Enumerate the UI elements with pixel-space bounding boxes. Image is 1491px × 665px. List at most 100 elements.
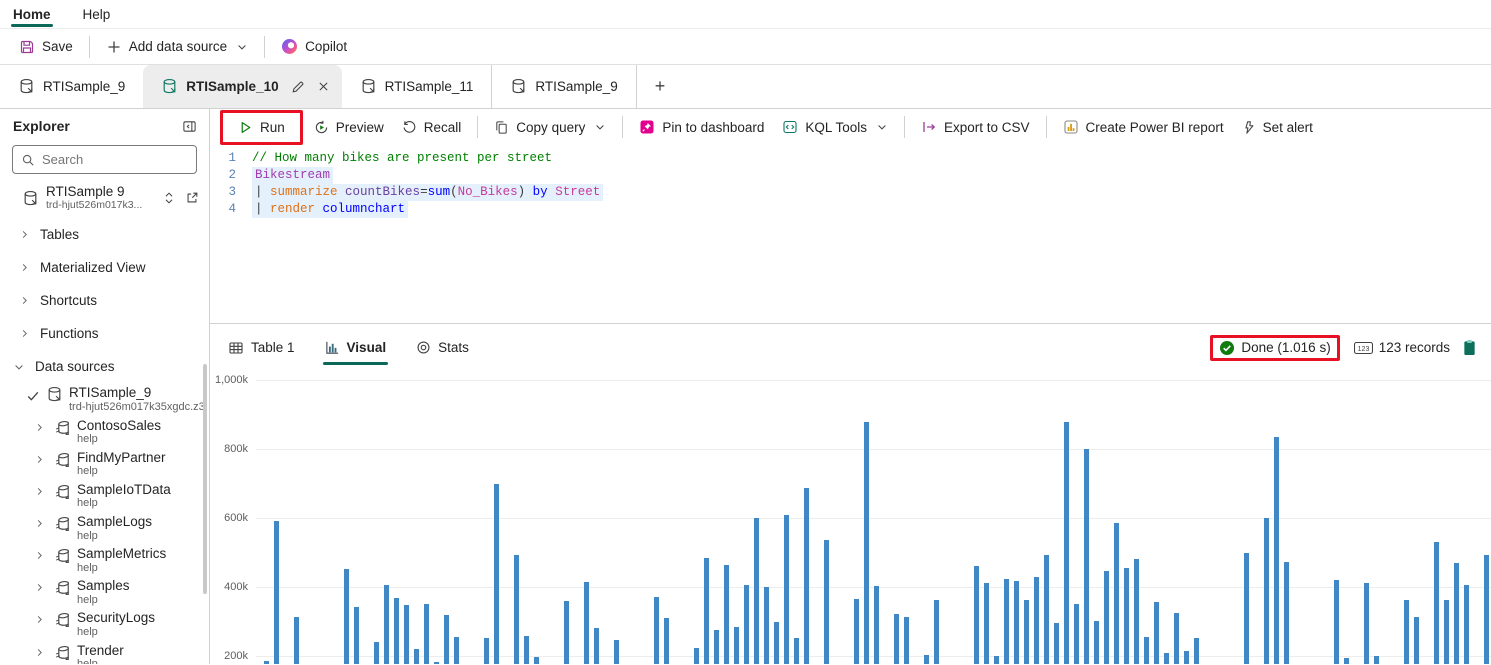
chart-bar[interactable] [1134,558,1139,664]
chart-bar[interactable] [874,586,879,664]
chevron-right-icon[interactable] [34,550,48,561]
recall-button[interactable]: Recall [393,115,471,140]
chart-bar[interactable] [1074,604,1079,664]
chart-bar[interactable] [824,540,829,664]
results-tab-visual[interactable]: Visual [322,324,388,371]
chart-bar[interactable] [264,661,269,664]
chart-bar[interactable] [414,648,419,664]
data-source-sampleiotdata[interactable]: SampleIoTData help [0,480,209,512]
clipboard-icon[interactable] [1462,339,1477,356]
data-source-trender[interactable]: Trenderhelp [0,641,209,664]
chart-bar[interactable] [524,635,529,664]
chart-bar[interactable] [924,655,929,664]
chart-bar[interactable] [764,587,769,664]
preview-button[interactable]: Preview [305,115,393,140]
chart-bar[interactable] [654,597,659,664]
chart-bar[interactable] [754,517,759,664]
rename-tab-icon[interactable] [291,80,305,94]
chart-bar[interactable] [664,617,669,664]
chart-bar[interactable] [904,616,909,664]
chart-bar[interactable] [1034,576,1039,664]
chart-bar[interactable] [1244,552,1249,664]
menu-item-help[interactable]: Help [83,7,111,22]
save-button[interactable]: Save [10,34,82,60]
chart-bar[interactable] [894,613,899,664]
database-selector[interactable]: RTISample 9 trd-hjut526m017k3... [0,180,209,218]
chart-bar[interactable] [294,616,299,664]
chart-bar[interactable] [1144,636,1149,664]
chart-bar[interactable] [974,565,979,664]
chart-bar[interactable] [444,615,449,664]
tab-rtisample-10[interactable]: RTISample_10 [143,65,342,108]
tab-rtisample-9[interactable]: RTISample_9 [492,65,637,108]
search-box[interactable] [12,145,197,174]
chevron-right-icon[interactable] [34,647,48,658]
copy-query-button[interactable]: Copy query [485,115,615,140]
chart-bar[interactable] [494,483,499,664]
chevron-right-icon[interactable] [34,486,48,497]
chart-bar[interactable] [614,640,619,664]
chart-bar[interactable] [1444,600,1449,664]
close-tab-icon[interactable] [317,80,330,93]
chart-bar[interactable] [1264,517,1269,664]
chart-bar[interactable] [794,637,799,664]
chart-bar[interactable] [514,555,519,664]
chevron-right-icon[interactable] [34,582,48,593]
search-input[interactable] [42,152,172,167]
data-source-samplemetrics[interactable]: SampleMetrics help [0,544,209,576]
chart-bar[interactable] [1054,622,1059,664]
chart-bar[interactable] [1094,621,1099,664]
sidebar-scrollbar[interactable] [203,364,207,594]
chart-bar[interactable] [724,564,729,664]
chart-bar[interactable] [1174,613,1179,664]
chart-bar[interactable] [704,557,709,664]
chart-bar[interactable] [784,514,789,664]
chart-bar[interactable] [1084,449,1089,664]
chart-bar[interactable] [1104,571,1109,664]
chart-bar[interactable] [854,599,859,664]
chart-bar[interactable] [374,642,379,664]
run-button[interactable]: Run [229,115,294,140]
chart-bar[interactable] [984,583,989,664]
chart-bar[interactable] [1184,651,1189,664]
menu-item-home[interactable]: Home [11,7,53,27]
chart-bar[interactable] [994,655,999,664]
chart-bar[interactable] [744,585,749,664]
chart-bar[interactable] [1374,656,1379,664]
kql-tools-button[interactable]: KQL Tools [773,114,897,140]
chart-bar[interactable] [1004,579,1009,664]
open-in-new-icon[interactable] [185,191,199,205]
results-tab-table-1[interactable]: Table 1 [228,324,295,371]
collapse-panel-icon[interactable] [182,119,197,134]
chart-bar[interactable] [434,662,439,664]
chart-bar[interactable] [424,604,429,664]
chart-bar[interactable] [1334,580,1339,664]
chart-bar[interactable] [594,627,599,664]
chevron-right-icon[interactable] [34,614,48,625]
data-source-findmypartner[interactable]: FindMyPartner help [0,448,209,480]
export-to-csv-button[interactable]: Export to CSV [912,114,1039,140]
query-editor[interactable]: 1 // How many bikes are present per stree… [210,145,1491,323]
chart-bar[interactable] [564,601,569,664]
chart-bar[interactable] [274,521,279,664]
chart-bar[interactable] [1404,600,1409,664]
chevron-right-icon[interactable] [34,518,48,529]
chart-bar[interactable] [1284,562,1289,664]
chart-bar[interactable] [534,657,539,664]
chart-bar[interactable] [1274,436,1279,664]
chart-bar[interactable] [1114,523,1119,664]
tree-item-shortcuts[interactable]: Shortcuts [0,284,209,317]
set-alert-button[interactable]: Set alert [1233,115,1322,140]
chevron-right-icon[interactable] [34,454,48,465]
tab-rtisample-11[interactable]: RTISample_11 [342,65,493,108]
tab-rtisample-9[interactable]: RTISample_9 [0,65,143,108]
chart-bar[interactable] [404,604,409,664]
data-source-contososales[interactable]: ContosoSales help [0,416,209,448]
chart-bar[interactable] [584,582,589,664]
chart-bar[interactable] [344,568,349,664]
switch-database-icon[interactable] [162,191,176,205]
chart-bar[interactable] [864,421,869,664]
chart-bar[interactable] [1364,582,1369,664]
chart-bar[interactable] [1024,599,1029,664]
chart-bar[interactable] [1414,616,1419,664]
